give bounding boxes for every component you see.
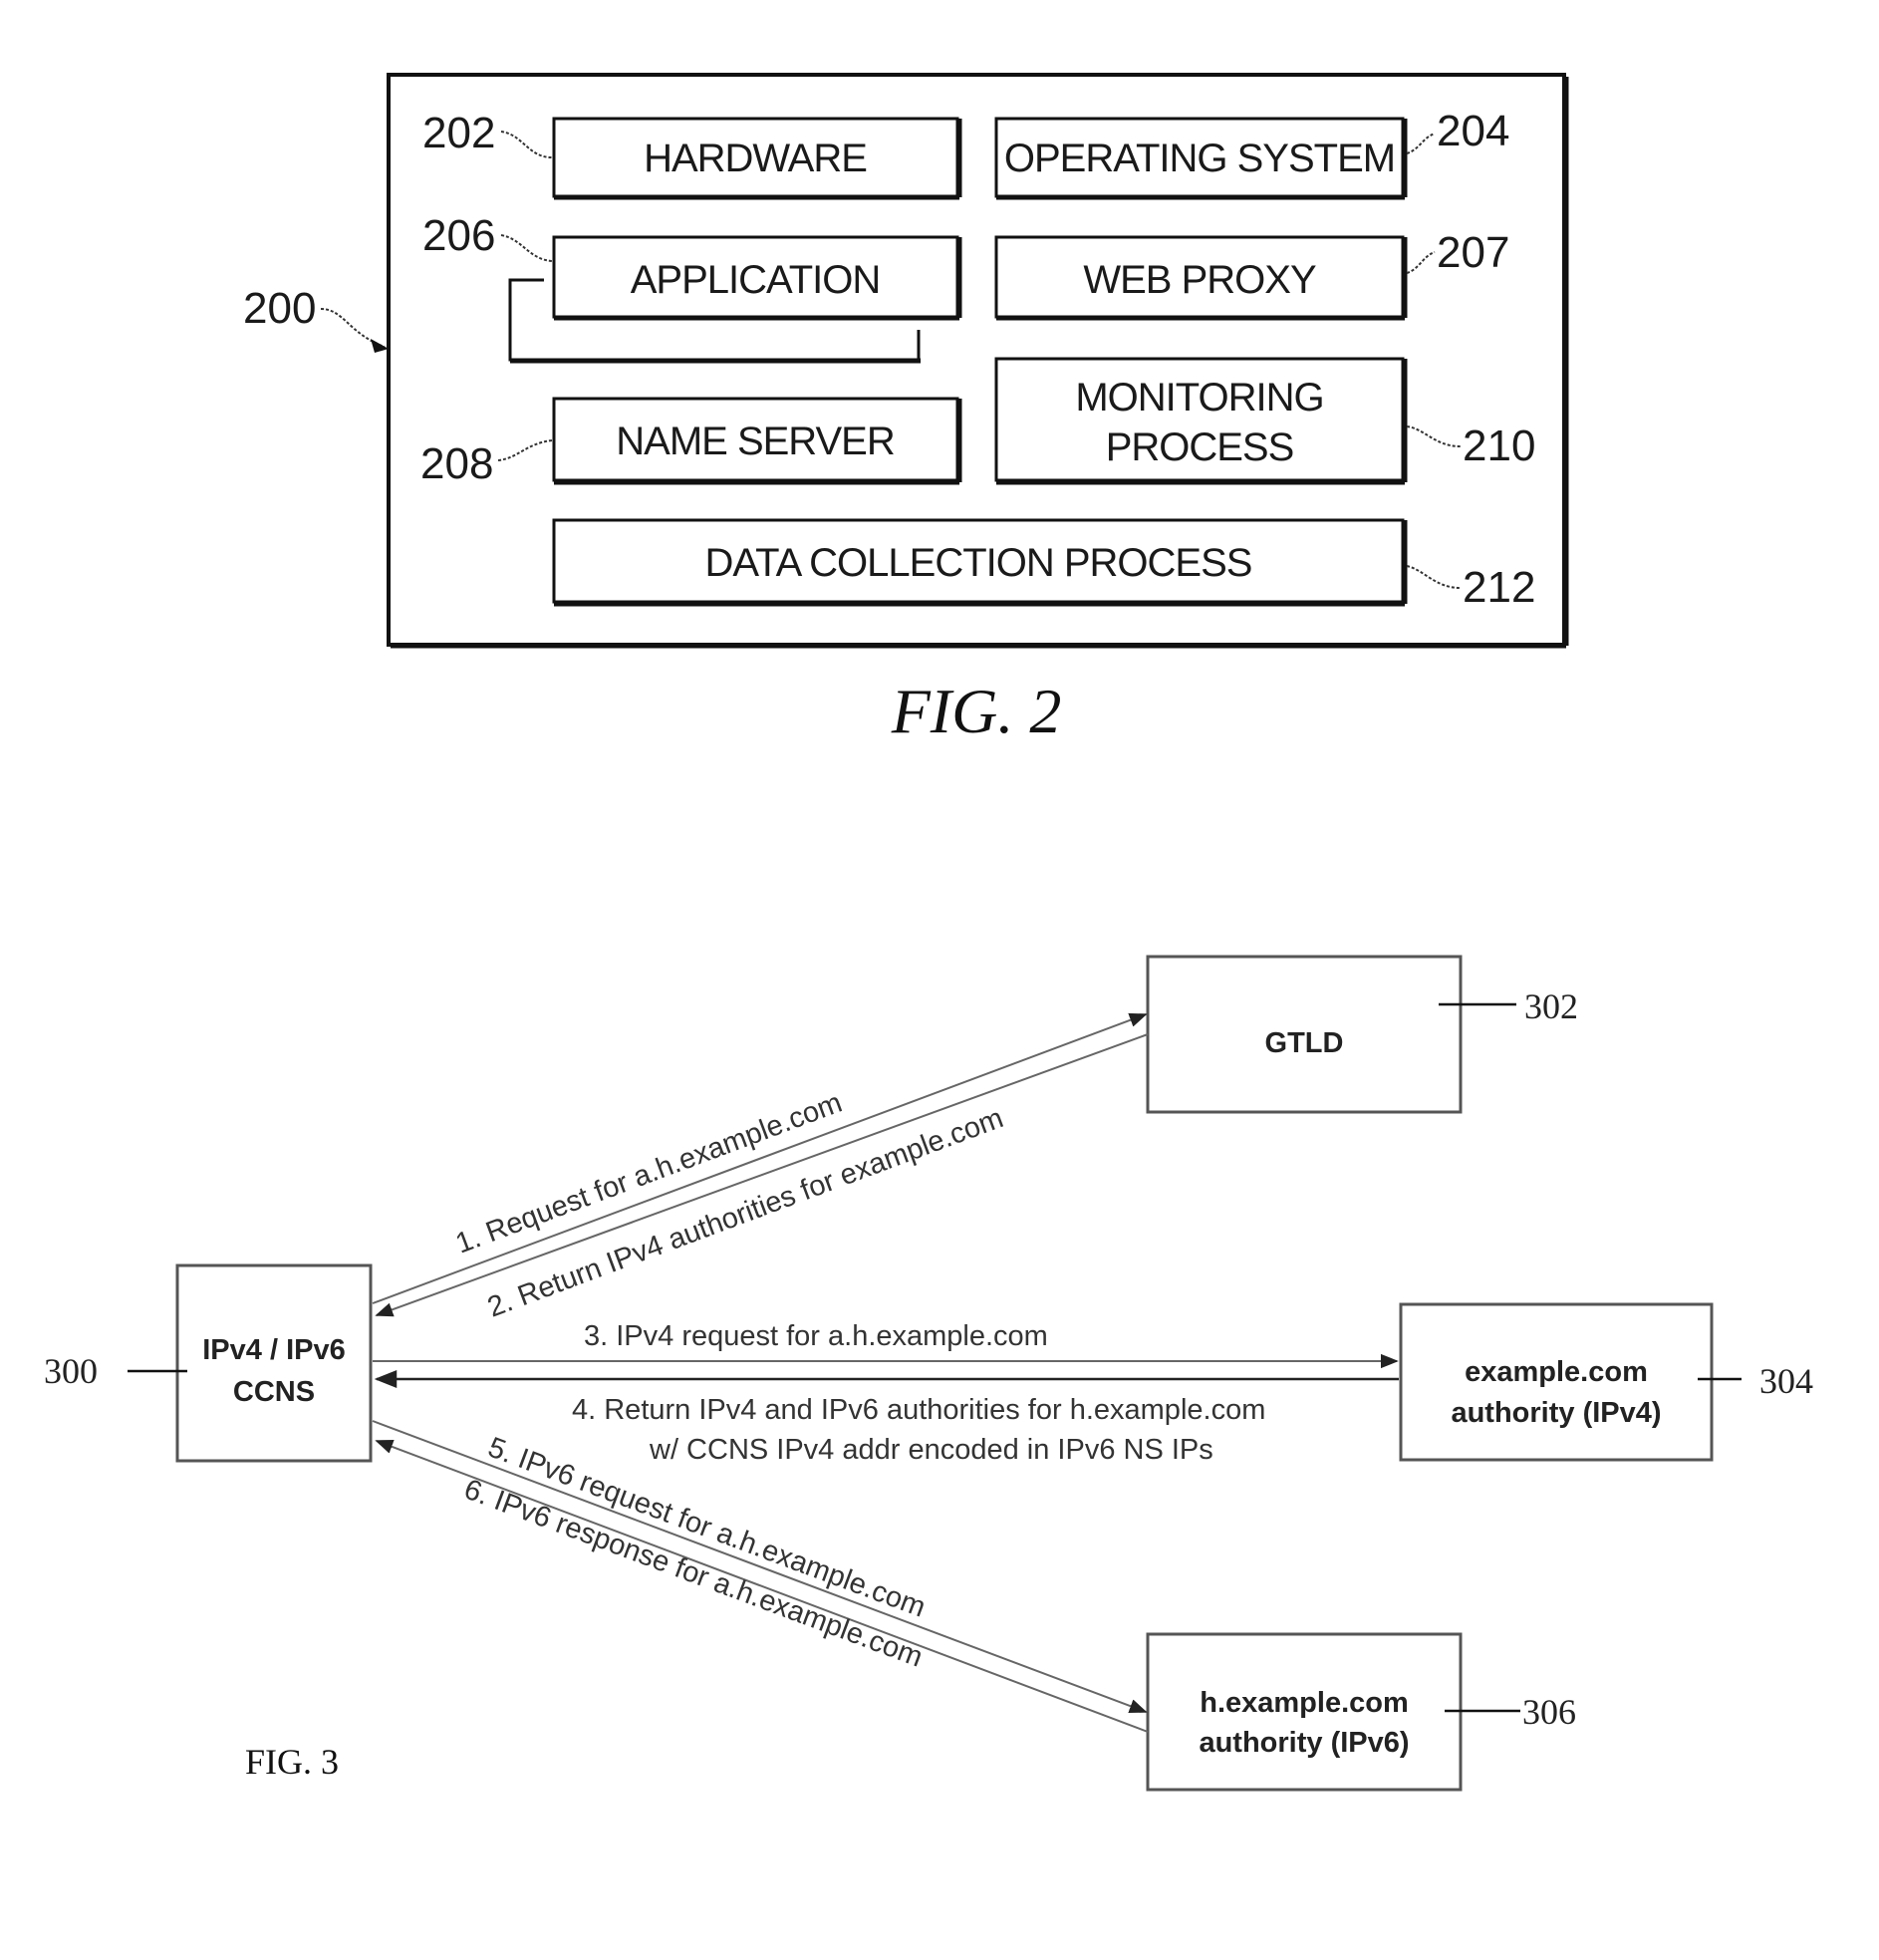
ref-207: 207 bbox=[1437, 228, 1509, 277]
ref-210: 210 bbox=[1463, 421, 1535, 470]
msg-3-label: 3. IPv4 request for a.h.example.com bbox=[584, 1320, 1048, 1352]
patent-figures: 200 HARDWARE 202 OPERATING SYSTEM 204 AP… bbox=[44, 73, 1813, 1792]
ccns-label-line2: CCNS bbox=[233, 1376, 315, 1408]
arrow-msg-2 bbox=[375, 1033, 1149, 1317]
ref-204: 204 bbox=[1437, 107, 1509, 155]
component-data-collection-process: DATA COLLECTION PROCESS 212 bbox=[552, 518, 1535, 612]
node-example-authority: example.com authority (IPv4) 304 bbox=[1399, 1302, 1813, 1462]
example-authority-line2: authority (IPv4) bbox=[1451, 1397, 1661, 1429]
operating-system-label: OPERATING SYSTEM bbox=[1004, 137, 1395, 180]
h-example-authority-line1: h.example.com bbox=[1200, 1687, 1409, 1719]
fig2-caption: FIG. 2 bbox=[891, 676, 1062, 746]
gtld-label: GTLD bbox=[1265, 1027, 1344, 1059]
ref-306: 306 bbox=[1522, 1692, 1576, 1732]
ref-202: 202 bbox=[422, 109, 495, 157]
example-authority-line1: example.com bbox=[1465, 1356, 1648, 1388]
fig3: IPv4 / IPv6 CCNS 300 GTLD 302 example.co… bbox=[44, 955, 1813, 1792]
fig3-caption: FIG. 3 bbox=[245, 1742, 339, 1782]
hardware-label: HARDWARE bbox=[644, 137, 867, 180]
name-server-label: NAME SERVER bbox=[616, 420, 895, 463]
web-proxy-label: WEB PROXY bbox=[1083, 258, 1316, 302]
msg-4-label-line2: w/ CCNS IPv4 addr encoded in IPv6 NS IPs bbox=[649, 1434, 1213, 1466]
arrow-msg-1 bbox=[372, 1012, 1148, 1304]
ref-200: 200 bbox=[243, 284, 316, 333]
data-collection-label: DATA COLLECTION PROCESS bbox=[705, 541, 1252, 585]
monitoring-label-line1: MONITORING bbox=[1075, 376, 1323, 420]
ref-200-leader bbox=[320, 308, 386, 348]
ref-302: 302 bbox=[1524, 986, 1578, 1026]
fig2: 200 HARDWARE 202 OPERATING SYSTEM 204 AP… bbox=[243, 73, 1569, 746]
h-example-authority-line2: authority (IPv6) bbox=[1199, 1727, 1409, 1759]
node-gtld: GTLD 302 bbox=[1146, 955, 1578, 1114]
node-ccns: IPv4 / IPv6 CCNS 300 bbox=[44, 1263, 373, 1463]
ref-206: 206 bbox=[422, 211, 495, 260]
ref-208: 208 bbox=[420, 439, 493, 488]
application-label: APPLICATION bbox=[631, 258, 881, 302]
monitoring-label-line2: PROCESS bbox=[1106, 425, 1294, 469]
ref-212: 212 bbox=[1463, 563, 1535, 612]
node-h-example-authority: h.example.com authority (IPv6) 306 bbox=[1146, 1632, 1576, 1792]
ccns-label-line1: IPv4 / IPv6 bbox=[202, 1334, 346, 1366]
msg-4-label-line1: 4. Return IPv4 and IPv6 authorities for … bbox=[572, 1394, 1265, 1426]
ref-304: 304 bbox=[1759, 1361, 1813, 1401]
ref-300: 300 bbox=[44, 1351, 98, 1391]
